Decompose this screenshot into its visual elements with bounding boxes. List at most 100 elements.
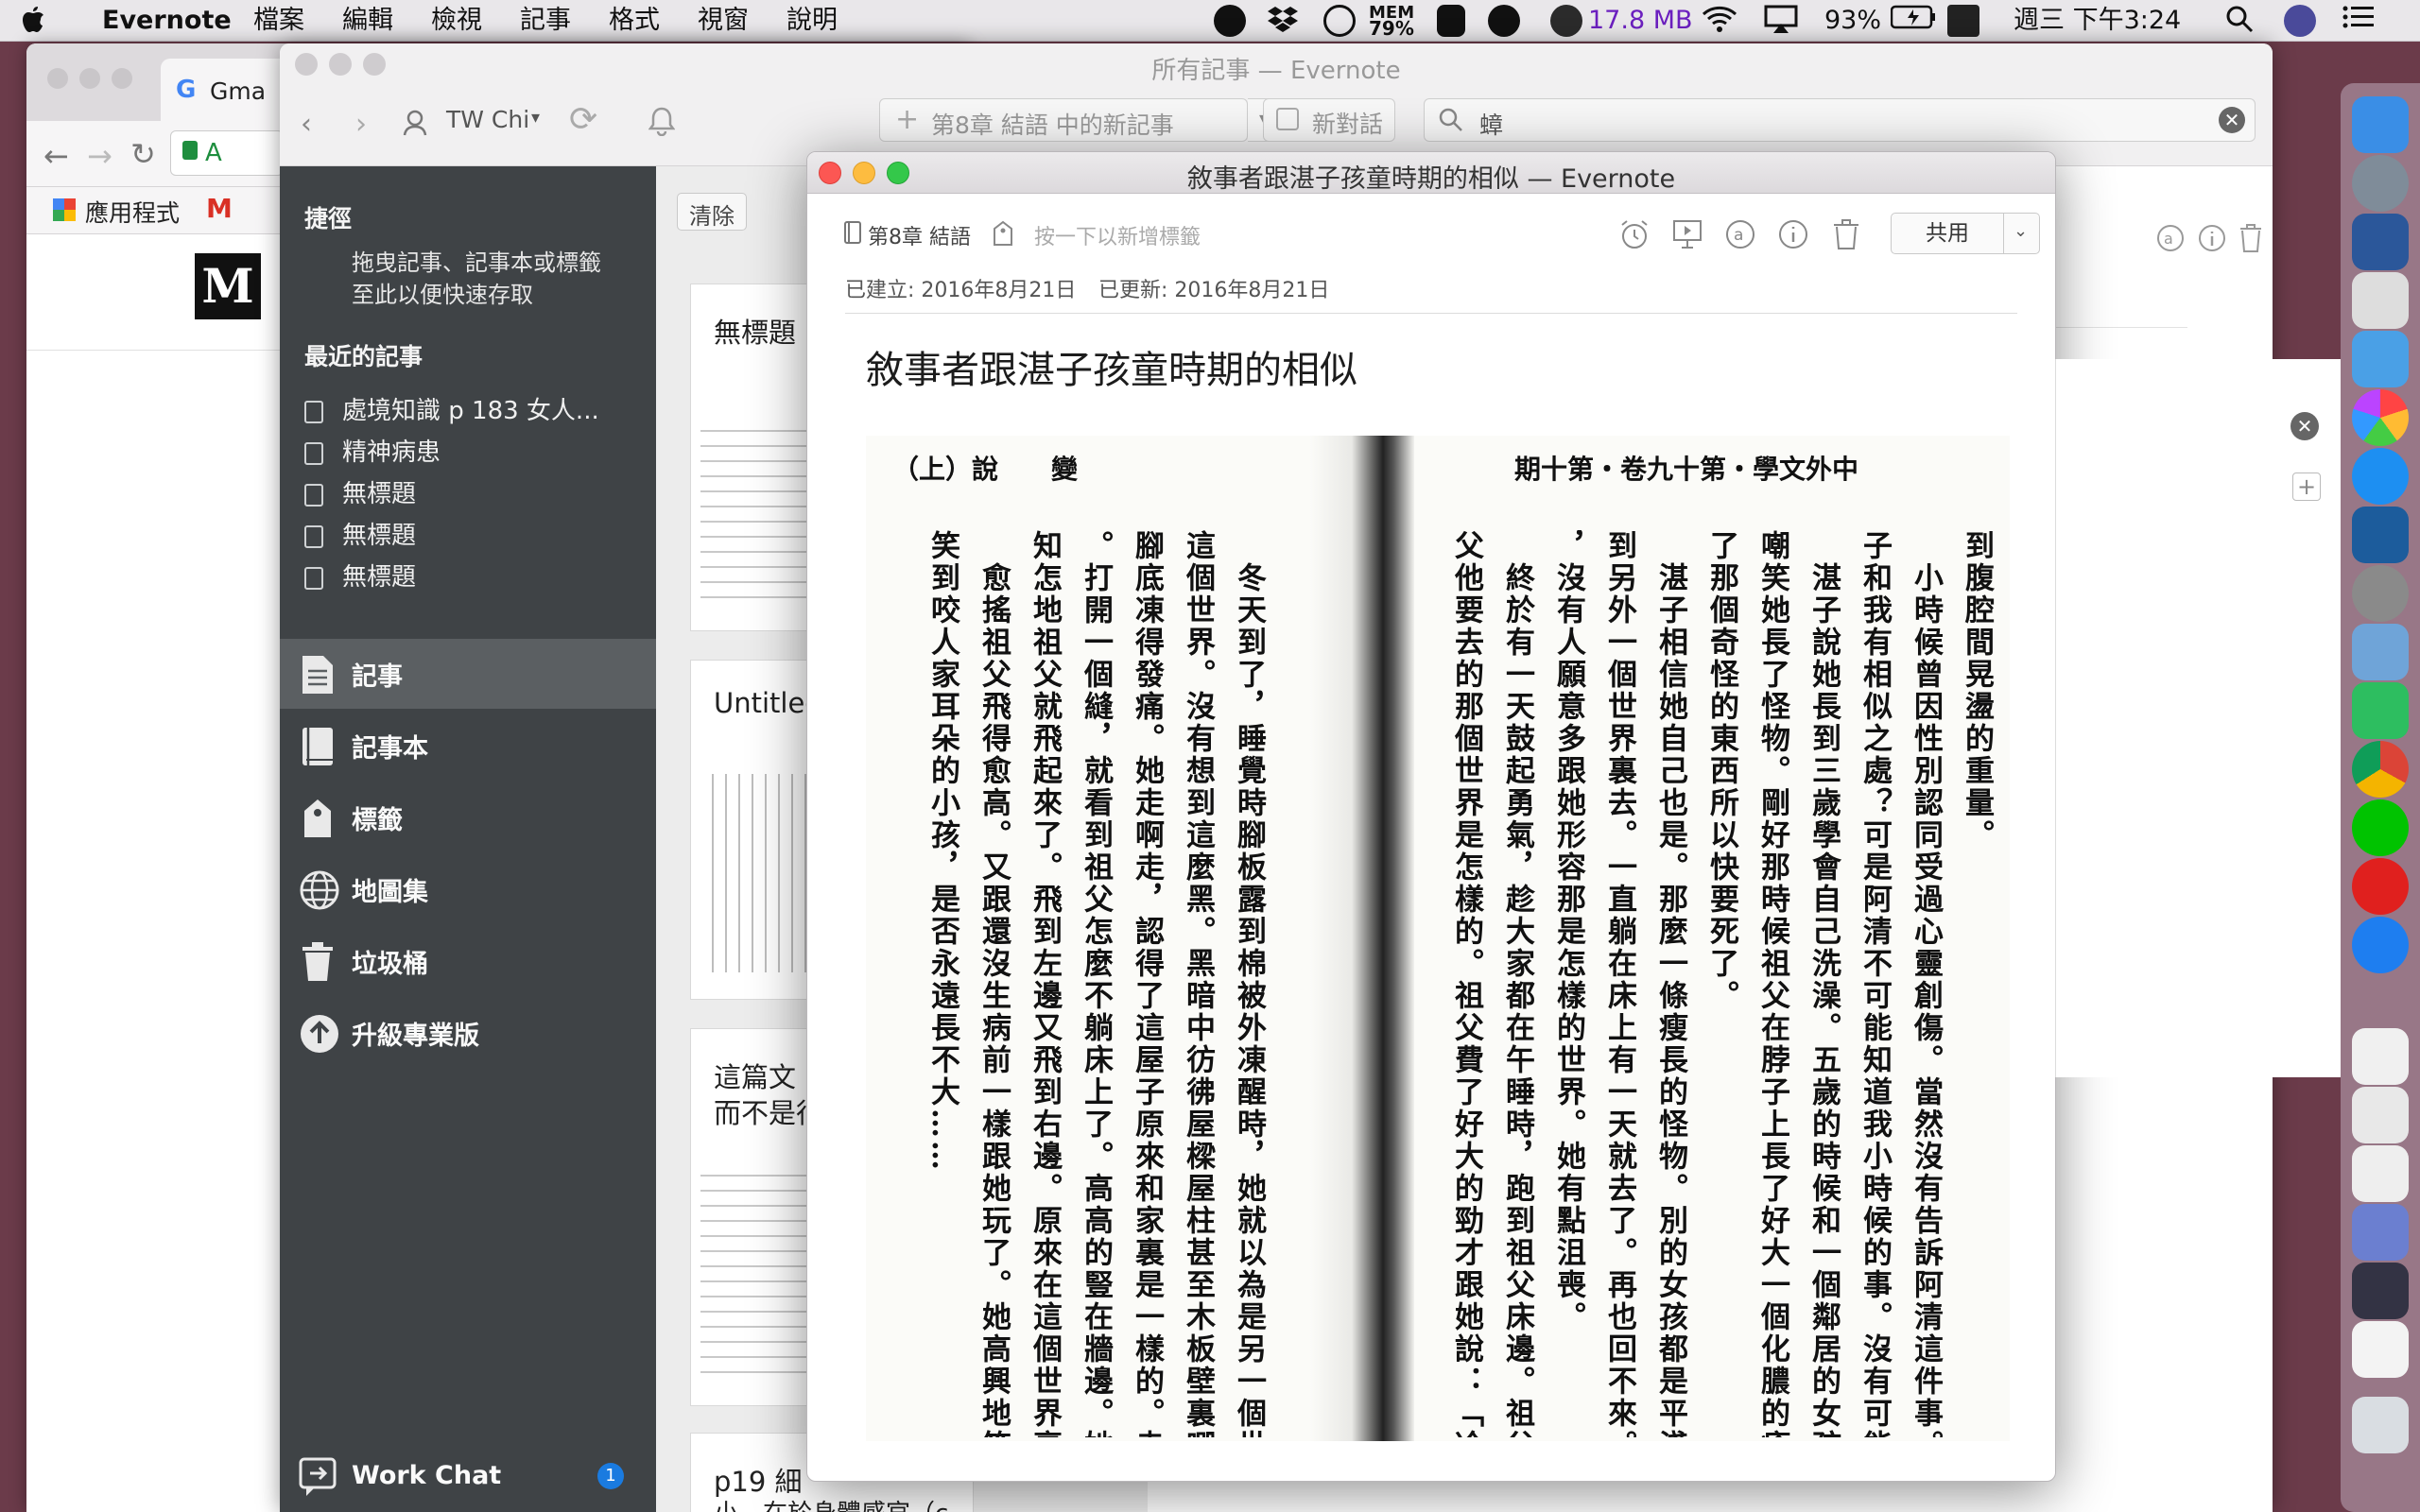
b-status-icon[interactable] [1488, 5, 1520, 37]
share-dropdown[interactable]: ⌄ [2004, 213, 2040, 254]
window-thumbnail-icon[interactable] [2352, 1263, 2409, 1319]
clear-search-icon[interactable]: ✕ [2219, 107, 2245, 133]
address-bar[interactable]: A [170, 130, 284, 176]
recent-note-item[interactable]: 無標題 [304, 516, 416, 551]
close-circle-icon[interactable]: ✕ [2290, 412, 2319, 440]
chrome-minimize-light[interactable] [79, 68, 100, 89]
clock[interactable]: 週三 下午3:24 [2014, 5, 2181, 37]
user-avatar-icon[interactable] [1550, 5, 1582, 37]
kindle-icon[interactable] [2352, 507, 2409, 563]
new-note-button[interactable]: + 第8章 結語 中的新記事 [879, 98, 1248, 142]
note-heading[interactable]: 敘事者跟湛子孩童時期的相似 [866, 339, 1357, 394]
reload-icon[interactable]: ↻ [130, 136, 156, 172]
image-capture-icon[interactable] [2352, 624, 2409, 680]
battery-icon[interactable] [1890, 5, 1936, 38]
document-thumbnail-icon[interactable] [2352, 1321, 2409, 1378]
notification-center-icon[interactable] [2342, 5, 2375, 38]
sync-icon[interactable]: ⟳ [569, 100, 597, 139]
forward-arrow-icon[interactable]: → [87, 138, 112, 174]
safari-icon[interactable] [2352, 917, 2409, 973]
recent-note-item[interactable]: 處境知識 p 183 女人... [304, 391, 599, 426]
back-arrow-icon[interactable]: ← [43, 138, 69, 174]
battery-percent[interactable]: 93% [1824, 5, 1881, 37]
menu-format[interactable]: 格式 [609, 5, 660, 37]
menu-edit[interactable]: 編輯 [342, 5, 393, 37]
photos-icon[interactable] [2352, 389, 2409, 446]
present-icon[interactable] [1671, 218, 1703, 250]
dropbox-icon[interactable] [1267, 5, 1299, 43]
scissors-icon[interactable] [2352, 272, 2409, 329]
sidebar-item-atlas[interactable]: 地圖集 [280, 854, 656, 924]
scan-text-column: ，沒有人願意多跟她形容那是怎樣的世界。她有點沮喪。 [1551, 530, 1585, 1333]
window-thumbnail-icon[interactable] [2352, 1204, 2409, 1261]
reminder-alarm-icon[interactable] [1618, 218, 1651, 250]
chrome-icon[interactable] [2352, 741, 2409, 798]
apps-grid-icon[interactable] [53, 198, 76, 221]
preview-icon[interactable] [2352, 331, 2409, 387]
input-method-icon[interactable] [1947, 5, 1979, 37]
mention-icon[interactable]: a [2155, 223, 2186, 257]
notebook-selector[interactable]: 第8章 結語 [868, 220, 971, 250]
memory-usage[interactable]: 17.8 MB [1588, 5, 1693, 37]
info-icon[interactable] [1777, 218, 1809, 250]
siri-icon[interactable] [2284, 5, 2316, 37]
menu-file[interactable]: 檔案 [253, 5, 304, 37]
spotlight-search-icon[interactable] [2225, 5, 2254, 42]
sidebar-item-notes[interactable]: 記事 [280, 639, 656, 709]
medium-logo[interactable]: M [195, 253, 261, 319]
info-icon[interactable] [2197, 223, 2227, 257]
scan-text-column: 小時候曾因性別認同受過心靈創傷。當然沒有告訴阿清這件事。 [1909, 530, 1943, 1437]
menu-note[interactable]: 記事 [520, 5, 571, 37]
sidebar-item-upgrade[interactable]: 升級專業版 [280, 998, 656, 1068]
opera-icon[interactable] [2352, 858, 2409, 915]
sidebar-item-notebooks[interactable]: 記事本 [280, 711, 656, 781]
info-status-icon[interactable] [1323, 5, 1356, 37]
tag-input[interactable]: 按一下以新增標籤 [1034, 220, 1201, 250]
search-box[interactable]: 蟑 ✕ [1424, 98, 2256, 142]
line-app-icon[interactable] [2352, 799, 2409, 856]
work-chat-button[interactable]: Work Chat 1 [280, 1438, 656, 1512]
word-icon[interactable] [2352, 214, 2409, 270]
delete-icon[interactable] [2238, 223, 2263, 257]
recent-note-item[interactable]: 無標題 [304, 474, 416, 509]
chrome-zoom-light[interactable] [112, 68, 132, 89]
menu-window[interactable]: 視窗 [698, 5, 749, 37]
document-thumbnail-icon[interactable] [2352, 1087, 2409, 1143]
apple-icon[interactable] [21, 5, 45, 42]
delete-icon[interactable] [1832, 218, 1864, 250]
document-thumbnail-icon[interactable] [2352, 1145, 2409, 1202]
bookmark-apps[interactable]: 應用程式 [85, 195, 180, 229]
user-icon[interactable] [403, 110, 427, 140]
share-button[interactable]: 共用 [1891, 213, 2004, 254]
recent-note-item[interactable]: 無標題 [304, 558, 416, 593]
wifi-icon[interactable] [1702, 5, 1737, 42]
line-icon[interactable] [1214, 5, 1246, 37]
search-input[interactable]: 蟑 [1479, 107, 1503, 141]
recent-note-item[interactable]: 精神病患 [304, 433, 441, 468]
account-chevron-icon[interactable]: ▾ [531, 108, 540, 128]
account-name[interactable]: TW Chi [446, 106, 529, 133]
system-preferences-icon[interactable] [2352, 565, 2409, 622]
document-thumbnail-icon[interactable] [2352, 1028, 2409, 1085]
sidebar-item-tags[interactable]: 標籤 [280, 782, 656, 852]
evernote-helper-icon[interactable] [1437, 5, 1465, 37]
clear-button[interactable]: 清除 [677, 193, 747, 231]
menu-view[interactable]: 檢視 [431, 5, 482, 37]
menu-help[interactable]: 說明 [786, 5, 838, 37]
airplay-icon[interactable] [1764, 5, 1798, 42]
finder-icon[interactable] [2352, 96, 2409, 153]
bell-icon[interactable] [648, 106, 676, 140]
trash-can-icon[interactable] [2352, 1397, 2409, 1453]
sidebar-item-trash[interactable]: 垃圾桶 [280, 926, 656, 996]
launchpad-icon[interactable] [2352, 155, 2409, 212]
new-chat-button[interactable]: 新對話 [1263, 98, 1395, 142]
app-menu-evernote[interactable]: Evernote [102, 5, 232, 37]
plus-icon[interactable]: + [2292, 472, 2321, 501]
back-icon[interactable]: ‹ [301, 108, 312, 141]
evernote-dock-icon[interactable] [2352, 682, 2409, 739]
app-store-icon[interactable] [2352, 448, 2409, 505]
chrome-close-light[interactable] [47, 68, 68, 89]
mention-icon[interactable]: a [1724, 218, 1756, 250]
gmail-bookmark-icon[interactable]: M [206, 193, 233, 224]
forward-icon[interactable]: › [355, 108, 367, 141]
